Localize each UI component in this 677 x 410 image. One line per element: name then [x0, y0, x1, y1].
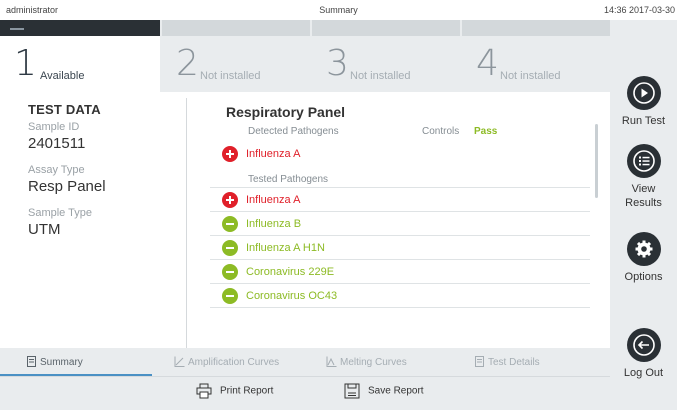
- module-status: Available: [40, 70, 85, 82]
- pathogen-name: Coronavirus 229E: [246, 266, 335, 278]
- save-report-label: Save Report: [368, 385, 424, 397]
- tab-label: Test Details: [488, 357, 540, 368]
- tab-label: Melting Curves: [340, 357, 407, 368]
- log-out-label: Log Out: [623, 367, 664, 379]
- gear-icon: [626, 232, 661, 266]
- print-report-label: Print Report: [220, 385, 274, 397]
- options-button[interactable]: Options: [610, 232, 677, 284]
- negative-icon: [222, 240, 238, 256]
- test-data-heading: TEST DATA: [28, 102, 101, 117]
- top-bar: administrator Summary 14:36 2017-03-30: [0, 0, 677, 20]
- view-results-label-2: Results: [625, 197, 662, 210]
- sample-type-value: UTM: [28, 221, 61, 238]
- summary-content: TEST DATA Sample ID 2401511 Assay Type R…: [0, 92, 610, 348]
- tested-pathogen-item: Influenza A H1N: [210, 236, 590, 260]
- bottom-tabs: Summary Amplification Curves Melting Cur…: [0, 348, 610, 376]
- printer-icon: [196, 383, 212, 399]
- run-test-label: Run Test: [621, 115, 666, 127]
- print-report-button[interactable]: Print Report: [196, 383, 273, 405]
- module-1[interactable]: 1 Available: [0, 20, 160, 92]
- controls-status: Pass: [474, 126, 498, 137]
- tested-pathogen-item: Influenza A: [210, 188, 590, 212]
- module-number: 1: [14, 43, 37, 84]
- run-test-button[interactable]: Run Test: [610, 76, 677, 128]
- sample-id-value: 2401511: [28, 135, 86, 152]
- log-out-icon: [626, 328, 661, 362]
- negative-icon: [222, 216, 238, 232]
- module-status: Not installed: [500, 70, 561, 82]
- detected-header: Detected Pathogens Controls Pass: [210, 126, 590, 142]
- test-data-panel: TEST DATA Sample ID 2401511 Assay Type R…: [28, 102, 178, 238]
- melting-chart-icon: [326, 356, 337, 367]
- module-status: Not installed: [200, 70, 261, 82]
- positive-icon: [222, 192, 238, 208]
- log-out-button[interactable]: Log Out: [610, 328, 677, 380]
- module-status: Not installed: [350, 70, 411, 82]
- module-4[interactable]: 4 Not installed: [462, 20, 610, 92]
- action-bar: Print Report Save Report: [0, 376, 610, 410]
- tested-pathogen-item: Coronavirus 229E: [210, 260, 590, 284]
- panel-title: Respiratory Panel: [226, 104, 346, 120]
- tab-melting-curves[interactable]: Melting Curves: [326, 348, 407, 376]
- curve-chart-icon: [174, 356, 185, 367]
- save-report-button[interactable]: Save Report: [344, 383, 424, 405]
- tested-pathogen-item: Coronavirus OC43: [210, 284, 590, 308]
- tab-amplification-curves[interactable]: Amplification Curves: [174, 348, 279, 376]
- module-2[interactable]: 2 Not installed: [162, 20, 310, 92]
- document-icon: [27, 356, 36, 367]
- pathogen-name: Influenza B: [246, 218, 302, 230]
- negative-icon: [222, 264, 238, 280]
- pathogen-name: Coronavirus OC43: [246, 290, 338, 302]
- module-3[interactable]: 3 Not installed: [312, 20, 460, 92]
- negative-icon: [222, 288, 238, 304]
- options-label: Options: [624, 271, 663, 283]
- module-number: 3: [326, 43, 349, 84]
- list-icon: [626, 144, 661, 178]
- play-icon: [626, 76, 661, 110]
- module-number: 4: [476, 43, 499, 84]
- assay-type-label: Assay Type: [28, 164, 85, 176]
- scrollbar[interactable]: [595, 124, 598, 198]
- module-number: 2: [176, 43, 199, 84]
- sample-type-label: Sample Type: [28, 207, 93, 219]
- tab-summary[interactable]: Summary: [26, 348, 83, 376]
- view-results-label-1: View: [631, 183, 656, 195]
- datetime: 14:36 2017-03-30: [603, 5, 675, 15]
- tab-label: Summary: [40, 357, 83, 368]
- module-status-indicator: [10, 28, 24, 30]
- assay-type-value: Resp Panel: [28, 178, 106, 195]
- detected-pathogens-label: Detected Pathogens: [248, 126, 339, 137]
- right-sidebar: Run Test View Results Options Log Out: [610, 20, 677, 410]
- tab-test-details[interactable]: Test Details: [474, 348, 540, 376]
- view-results-button[interactable]: View Results: [610, 144, 677, 211]
- screen-title: Summary: [319, 5, 358, 15]
- tested-pathogens-label: Tested Pathogens: [210, 166, 590, 188]
- tab-label: Amplification Curves: [188, 357, 280, 368]
- positive-icon: [222, 146, 238, 162]
- divider: [186, 98, 187, 348]
- tested-pathogen-item: Influenza B: [210, 212, 590, 236]
- save-icon: [344, 383, 360, 399]
- controls-label: Controls: [422, 126, 460, 137]
- pathogen-name: Influenza A: [246, 194, 301, 206]
- pathogen-name: Influenza A: [246, 148, 301, 160]
- detected-pathogen-item: Influenza A: [210, 142, 590, 166]
- sample-id-label: Sample ID: [28, 121, 80, 133]
- details-icon: [475, 356, 484, 367]
- module-strip: 1 Available 2 Not installed 3 Not instal…: [0, 20, 610, 92]
- respiratory-panel: Respiratory Panel Detected Pathogens Con…: [210, 104, 590, 308]
- pathogen-name: Influenza A H1N: [246, 242, 325, 254]
